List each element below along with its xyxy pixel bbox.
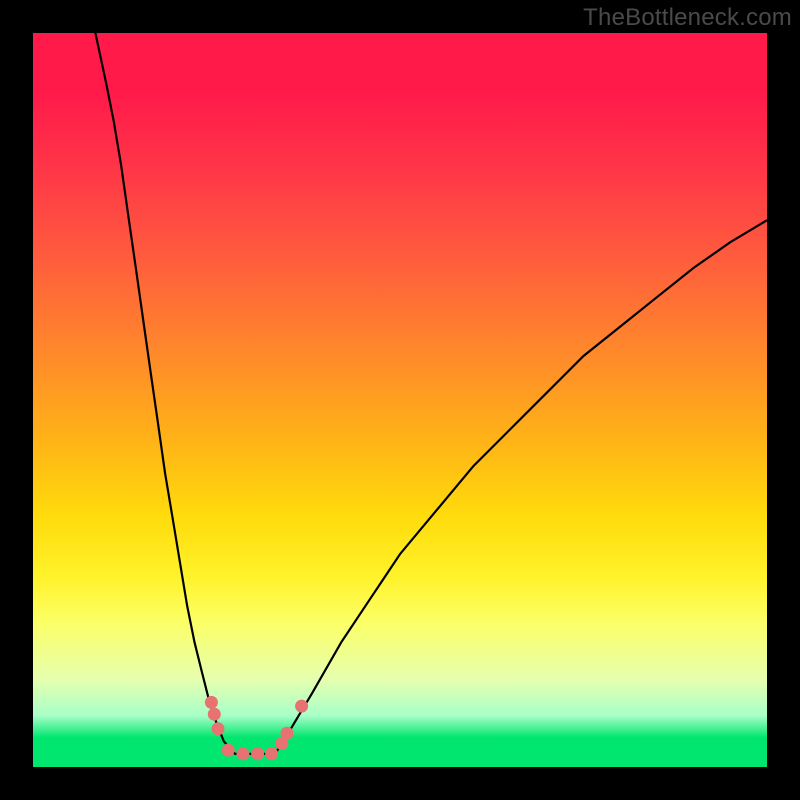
data-marker [236, 747, 249, 760]
chart-frame: TheBottleneck.com [0, 0, 800, 800]
data-marker [208, 708, 221, 721]
data-marker [265, 747, 278, 760]
marker-group [205, 696, 308, 760]
data-marker [205, 696, 218, 709]
plot-area [33, 33, 767, 767]
data-marker [295, 700, 308, 713]
data-marker [281, 727, 294, 740]
data-marker [212, 722, 225, 735]
attribution-text: TheBottleneck.com [583, 4, 792, 32]
data-marker [222, 744, 235, 757]
data-marker [251, 747, 264, 760]
curve-layer [33, 33, 767, 767]
bottleneck-curve [95, 33, 767, 754]
